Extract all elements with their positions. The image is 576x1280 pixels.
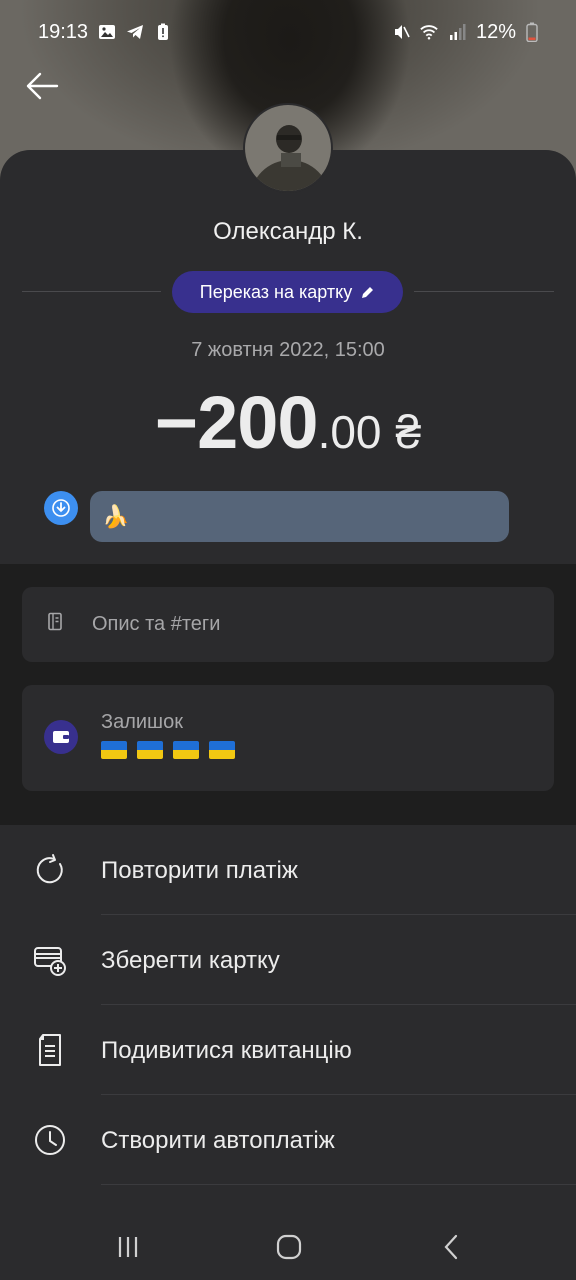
divider-left: [22, 291, 161, 292]
recents-icon: [118, 1237, 138, 1257]
status-time: 19:13: [38, 20, 89, 43]
view-receipt-button[interactable]: Подивитися квитанцію: [0, 1005, 576, 1095]
message-bubble: 🍌: [90, 491, 509, 542]
message-text: 🍌: [102, 503, 130, 529]
recipient-name: Олександр К.: [213, 218, 363, 245]
repeat-payment-button[interactable]: Повторити платіж: [0, 825, 576, 915]
actions-list: Повторити платіж Зберегти картку Подивит…: [0, 825, 576, 1220]
balance-hidden-flags: [101, 741, 235, 759]
amount-decimal: .00: [317, 406, 382, 458]
transaction-datetime: 7 жовтня 2022, 15:00: [191, 339, 385, 361]
mute-icon: [394, 25, 410, 39]
currency-symbol: ₴: [395, 406, 422, 458]
battery-icon: [526, 22, 538, 42]
clock-icon: [35, 1125, 65, 1155]
home-icon: [276, 1234, 302, 1260]
system-navigation-bar: [0, 1215, 576, 1280]
ukraine-flag-icon: [173, 741, 199, 759]
save-card-button[interactable]: Зберегти картку: [0, 915, 576, 1005]
balance-card: Залишок: [22, 685, 554, 791]
chevron-left-icon: [444, 1234, 458, 1260]
create-autopayment-button[interactable]: Створити автоплатіж: [0, 1095, 576, 1185]
pencil-icon: [362, 285, 375, 298]
home-button[interactable]: [259, 1223, 319, 1271]
description-field[interactable]: Опис та #теги: [22, 587, 554, 662]
card-add-icon: [34, 947, 66, 976]
telegram-icon: [127, 25, 144, 39]
status-bar: 19:13 12%: [0, 0, 576, 64]
divider-right: [414, 291, 554, 292]
receipt-icon: [39, 1034, 61, 1066]
system-back-button[interactable]: [421, 1223, 481, 1271]
transaction-type-button[interactable]: Переказ на картку: [172, 271, 403, 313]
create-autopayment-label: Створити автоплатіж: [101, 1127, 335, 1154]
avatar-photo: [245, 105, 331, 191]
signal-icon: [449, 24, 466, 40]
recent-apps-button[interactable]: [98, 1223, 158, 1271]
description-placeholder: Опис та #теги: [92, 613, 221, 635]
action-divider: [101, 1184, 576, 1185]
repeat-icon: [36, 854, 63, 884]
battery-percent: 12%: [475, 20, 516, 43]
view-receipt-label: Подивитися квитанцію: [101, 1037, 352, 1064]
transaction-type-label: Переказ на картку: [199, 281, 353, 302]
save-card-label: Зберегти картку: [101, 947, 280, 974]
balance-label: Залишок: [101, 711, 183, 733]
ukraine-flag-icon: [137, 741, 163, 759]
status-right: 12%: [392, 21, 538, 44]
transaction-amount: −200.00 ₴: [0, 380, 576, 465]
back-button[interactable]: [20, 64, 64, 108]
wallet-icon: [44, 720, 78, 754]
battery-alert-icon: [158, 23, 169, 40]
incoming-message-icon: [44, 491, 78, 525]
wifi-icon: [420, 25, 438, 40]
status-left: 19:13: [38, 21, 172, 44]
avatar[interactable]: [243, 103, 333, 193]
gallery-icon: [99, 25, 116, 39]
ukraine-flag-icon: [209, 741, 235, 759]
amount-integer: −200: [154, 381, 319, 464]
arrow-left-icon: [26, 72, 59, 100]
notebook-icon: [48, 612, 62, 631]
repeat-payment-label: Повторити платіж: [101, 857, 298, 884]
ukraine-flag-icon: [101, 741, 127, 759]
